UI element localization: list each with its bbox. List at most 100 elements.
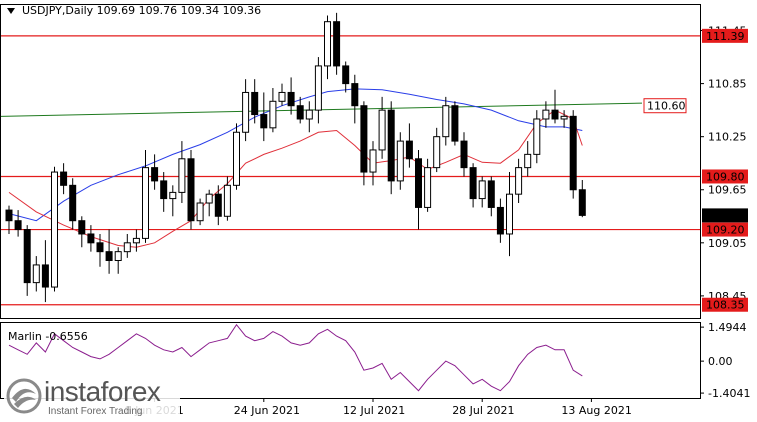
candle-body xyxy=(142,167,149,239)
candle-body xyxy=(305,109,313,120)
candle-body xyxy=(114,251,122,262)
indicator-label: Marlin -0.6556 xyxy=(8,330,88,343)
indicator-tick-label: 0.00 xyxy=(708,355,733,368)
watermark: instaforex Instant Forex Trading xyxy=(4,376,180,418)
candle xyxy=(560,110,568,128)
candle-body xyxy=(123,242,131,253)
watermark-tagline: Instant Forex Trading xyxy=(48,406,143,417)
candle-body xyxy=(269,100,277,129)
candle-body xyxy=(296,105,304,120)
candle-body xyxy=(351,83,359,107)
candle xyxy=(160,172,168,212)
candle-body xyxy=(14,220,22,231)
candle-body xyxy=(451,105,459,142)
candle-body xyxy=(187,158,195,222)
watermark-brand: instaforex xyxy=(44,376,161,407)
header-marker-icon xyxy=(7,8,15,14)
candle-body xyxy=(506,193,513,235)
candle xyxy=(223,176,231,221)
candle-body xyxy=(278,91,286,102)
candle-body xyxy=(569,115,577,191)
candle-body xyxy=(178,158,186,193)
candle-body xyxy=(287,91,295,107)
candle xyxy=(487,176,495,217)
chart-header: USDJPY,Daily 109.69 109.76 109.34 109.36 xyxy=(22,4,261,17)
candle xyxy=(578,180,586,218)
time-tick-label: 28 Jul 2021 xyxy=(452,404,514,417)
level-label: 110.60 xyxy=(647,100,686,113)
candle xyxy=(433,127,441,173)
candle xyxy=(515,158,523,204)
candle-body xyxy=(69,184,77,222)
candle-body xyxy=(424,167,432,208)
candle xyxy=(32,256,40,292)
candle xyxy=(260,92,268,142)
candle xyxy=(415,149,422,230)
chart-canvas: 111.45110.85110.25109.65109.05108.45111.… xyxy=(0,4,750,417)
candle-body xyxy=(433,136,441,169)
candle-body xyxy=(96,242,104,253)
candle-body xyxy=(242,91,250,133)
candle-body xyxy=(205,193,213,204)
candle xyxy=(305,101,313,133)
candle-body xyxy=(496,206,504,235)
candle xyxy=(442,96,450,146)
candle xyxy=(405,123,413,168)
candle xyxy=(142,149,149,243)
candle-body xyxy=(551,109,559,120)
candle-body xyxy=(41,264,49,288)
candle xyxy=(187,149,195,230)
candle xyxy=(551,89,559,124)
candle-body xyxy=(233,131,240,186)
candle-body xyxy=(105,251,113,262)
candle xyxy=(205,189,213,217)
candle xyxy=(105,229,113,274)
candle-body xyxy=(324,21,331,67)
candle xyxy=(469,163,477,208)
candle xyxy=(342,61,350,93)
candle xyxy=(460,132,468,177)
candle xyxy=(132,229,140,252)
candle xyxy=(242,79,250,142)
candle xyxy=(396,132,404,190)
candle xyxy=(506,172,513,257)
candle xyxy=(524,141,532,177)
candle-body xyxy=(78,220,86,235)
candle-body xyxy=(32,264,40,284)
candle xyxy=(269,88,277,133)
time-tick-label: 12 Jul 2021 xyxy=(343,404,405,417)
level-label: 111.39 xyxy=(706,30,745,43)
candle xyxy=(314,57,322,124)
candle xyxy=(324,15,331,80)
candle-body xyxy=(369,149,377,173)
candle-body xyxy=(405,140,413,160)
candle-body xyxy=(515,167,523,195)
candle xyxy=(196,198,204,226)
candle-body xyxy=(151,167,159,182)
candle-body xyxy=(524,153,532,169)
candle xyxy=(533,110,541,164)
candle xyxy=(78,216,86,248)
ma-blue-line xyxy=(8,88,583,222)
candle-body xyxy=(169,191,177,200)
time-tick-label: 24 Jun 2021 xyxy=(234,404,300,417)
candle xyxy=(378,96,386,159)
level-label: 109.80 xyxy=(706,170,745,183)
candle xyxy=(14,210,22,237)
price-tick-label: 109.65 xyxy=(708,184,747,197)
level-label: 109.20 xyxy=(706,224,745,237)
candle-body xyxy=(442,105,450,138)
price-tick-label: 110.85 xyxy=(708,78,747,91)
candle xyxy=(387,101,395,195)
candle xyxy=(123,233,131,258)
candle-body xyxy=(533,118,541,155)
candle-body xyxy=(251,91,259,116)
candle-body xyxy=(387,109,395,182)
candle-body xyxy=(460,140,468,169)
candle-body xyxy=(469,167,477,200)
level-label: 108.35 xyxy=(706,299,745,312)
price-tick-label: 109.05 xyxy=(708,237,747,250)
candle-body xyxy=(360,105,368,173)
candle xyxy=(169,185,177,217)
candle-body xyxy=(196,202,204,222)
